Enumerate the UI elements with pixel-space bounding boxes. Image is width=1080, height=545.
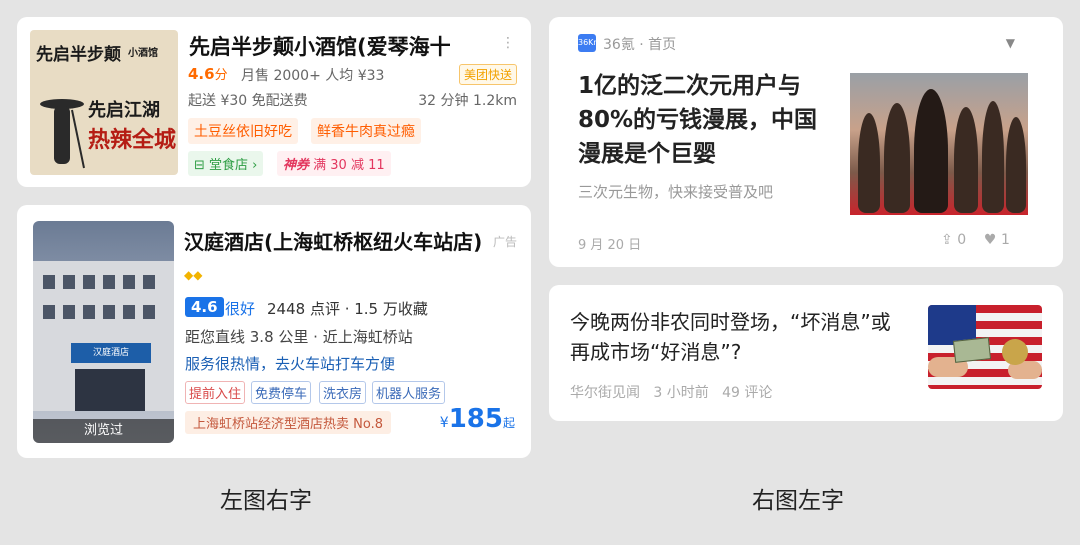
hotel-comment: 服务很热情，去火车站打车方便: [185, 355, 396, 373]
viewed-badge: 浏览过: [33, 419, 174, 443]
hotel-tag: 洗衣房: [319, 381, 367, 404]
shop-icon: ⊟: [194, 158, 210, 173]
delivery-info: 起送 ¥30 免配送费: [188, 93, 308, 109]
image-calligraphy-small: 小酒馆: [128, 48, 158, 59]
hotel-rank[interactable]: 上海虹桥站经济型酒店热卖 No.8: [185, 411, 391, 434]
score-label: 很好: [225, 300, 256, 318]
restaurant-card[interactable]: 先启半步颠 小酒馆 先启江湖 热辣全城 先启半步颠小酒馆(爱琴海十 ⋮ 4.6分…: [17, 17, 531, 187]
time-distance: 32 分钟 1.2km: [418, 93, 517, 109]
hotel-distance: 距您直线 3.8 公里 · 近上海虹桥站: [185, 328, 413, 346]
swordsman-figure: [40, 99, 85, 169]
hotel-stats: 2448 点评 · 1.5 万收藏: [267, 300, 428, 318]
review-chip[interactable]: 土豆丝依旧好吃: [188, 118, 298, 144]
hotel-image: 汉庭酒店 浏览过: [33, 221, 174, 443]
delivery-badge: 美团快送: [458, 64, 517, 85]
hotel-door: [75, 369, 145, 411]
news-card-36kr[interactable]: 36Kr 36氪 · 首页 ▼ 1亿的泛二次元用户与80%的亏钱漫展，中国漫展是…: [549, 17, 1063, 267]
ad-label: 广告: [492, 235, 517, 249]
hotel-price: ¥185起: [440, 404, 515, 434]
left-caption: 左图右字: [220, 488, 312, 514]
share-icon[interactable]: ⇪: [941, 232, 953, 248]
right-caption: 右图左字: [752, 488, 844, 514]
news-source[interactable]: 36氪 · 首页: [603, 34, 676, 54]
image-slogan-1: 先启江湖: [88, 100, 160, 121]
news-card-wallstreetcn[interactable]: 今晚两份非农同时登场，“坏消息”或再成市场“好消息”? 华尔街见闻 3 小时前 …: [549, 285, 1063, 421]
hotel-tag: 提前入住: [185, 381, 246, 404]
like-count: 1: [1000, 232, 1010, 248]
hotel-score: 4.6: [185, 297, 224, 317]
chevron-down-icon[interactable]: ▼: [1006, 36, 1015, 50]
score-unit: 分: [214, 68, 228, 83]
hotel-title[interactable]: 汉庭酒店(上海虹桥枢纽火车站店) ◆◆: [184, 227, 484, 290]
coupon-badge[interactable]: 神券 满 30 减 11: [277, 151, 391, 176]
share-count: 0: [957, 232, 967, 248]
restaurant-stats: 月售 2000+ 人均 ¥33: [241, 68, 385, 84]
hotel-card[interactable]: 汉庭酒店 浏览过 汉庭酒店(上海虹桥枢纽火车站店) ◆◆ 广告 4.6 很好 2…: [17, 205, 531, 458]
coupon-text: 满 30 减 11: [313, 158, 385, 173]
image-slogan-2: 热辣全城: [88, 127, 177, 153]
news-image[interactable]: [928, 305, 1042, 389]
coupon-label: 神券: [283, 158, 310, 173]
price-suffix: 起: [502, 416, 515, 430]
restaurant-score: 4.6分: [188, 64, 228, 83]
restaurant-title[interactable]: 先启半步颠小酒馆(爱琴海十: [189, 31, 489, 61]
dine-in-button[interactable]: ⊟ 堂食店 ›: [188, 151, 264, 176]
news-source: 华尔街见闻: [570, 385, 640, 401]
source-icon: 36Kr: [578, 34, 597, 52]
news-time: 3 小时前: [653, 385, 709, 401]
price-currency: ¥: [439, 415, 449, 431]
hotel-tag: 机器人服务: [372, 381, 446, 404]
image-calligraphy: 先启半步颠: [36, 45, 121, 65]
news-meta: 华尔街见闻 3 小时前 49 评论: [570, 382, 772, 402]
price-value: 185: [448, 404, 503, 434]
hotel-title-text: 汉庭酒店(上海虹桥枢纽火车站店): [184, 230, 483, 254]
more-icon[interactable]: ⋮: [501, 35, 515, 51]
news-comments: 49 评论: [722, 385, 773, 401]
news-image[interactable]: [850, 73, 1028, 215]
review-chip[interactable]: 鲜香牛肉真过瘾: [311, 118, 421, 144]
heart-icon[interactable]: ♥: [984, 232, 997, 248]
dollar-bill: [952, 337, 992, 363]
dine-in-label: 堂食店 ›: [209, 158, 258, 173]
diamond-icon: ◆◆: [184, 268, 203, 282]
news-title[interactable]: 今晚两份非农同时登场，“坏消息”或再成市场“好消息”?: [570, 307, 900, 367]
hotel-building: 汉庭酒店: [33, 261, 174, 411]
hotel-tag: 免费停车: [251, 381, 312, 404]
score-value: 4.6: [188, 65, 215, 83]
news-actions: ⇪ 0 ♥ 1: [941, 232, 1010, 248]
restaurant-image: 先启半步颠 小酒馆 先启江湖 热辣全城: [30, 30, 178, 175]
news-subtitle: 三次元生物，快来接受普及吧: [578, 183, 774, 201]
news-date: 9 月 20 日: [578, 238, 642, 253]
news-title[interactable]: 1亿的泛二次元用户与80%的亏钱漫展，中国漫展是个巨婴: [578, 69, 823, 171]
gold-coin: [1002, 339, 1028, 365]
hotel-sign: 汉庭酒店: [71, 343, 151, 363]
